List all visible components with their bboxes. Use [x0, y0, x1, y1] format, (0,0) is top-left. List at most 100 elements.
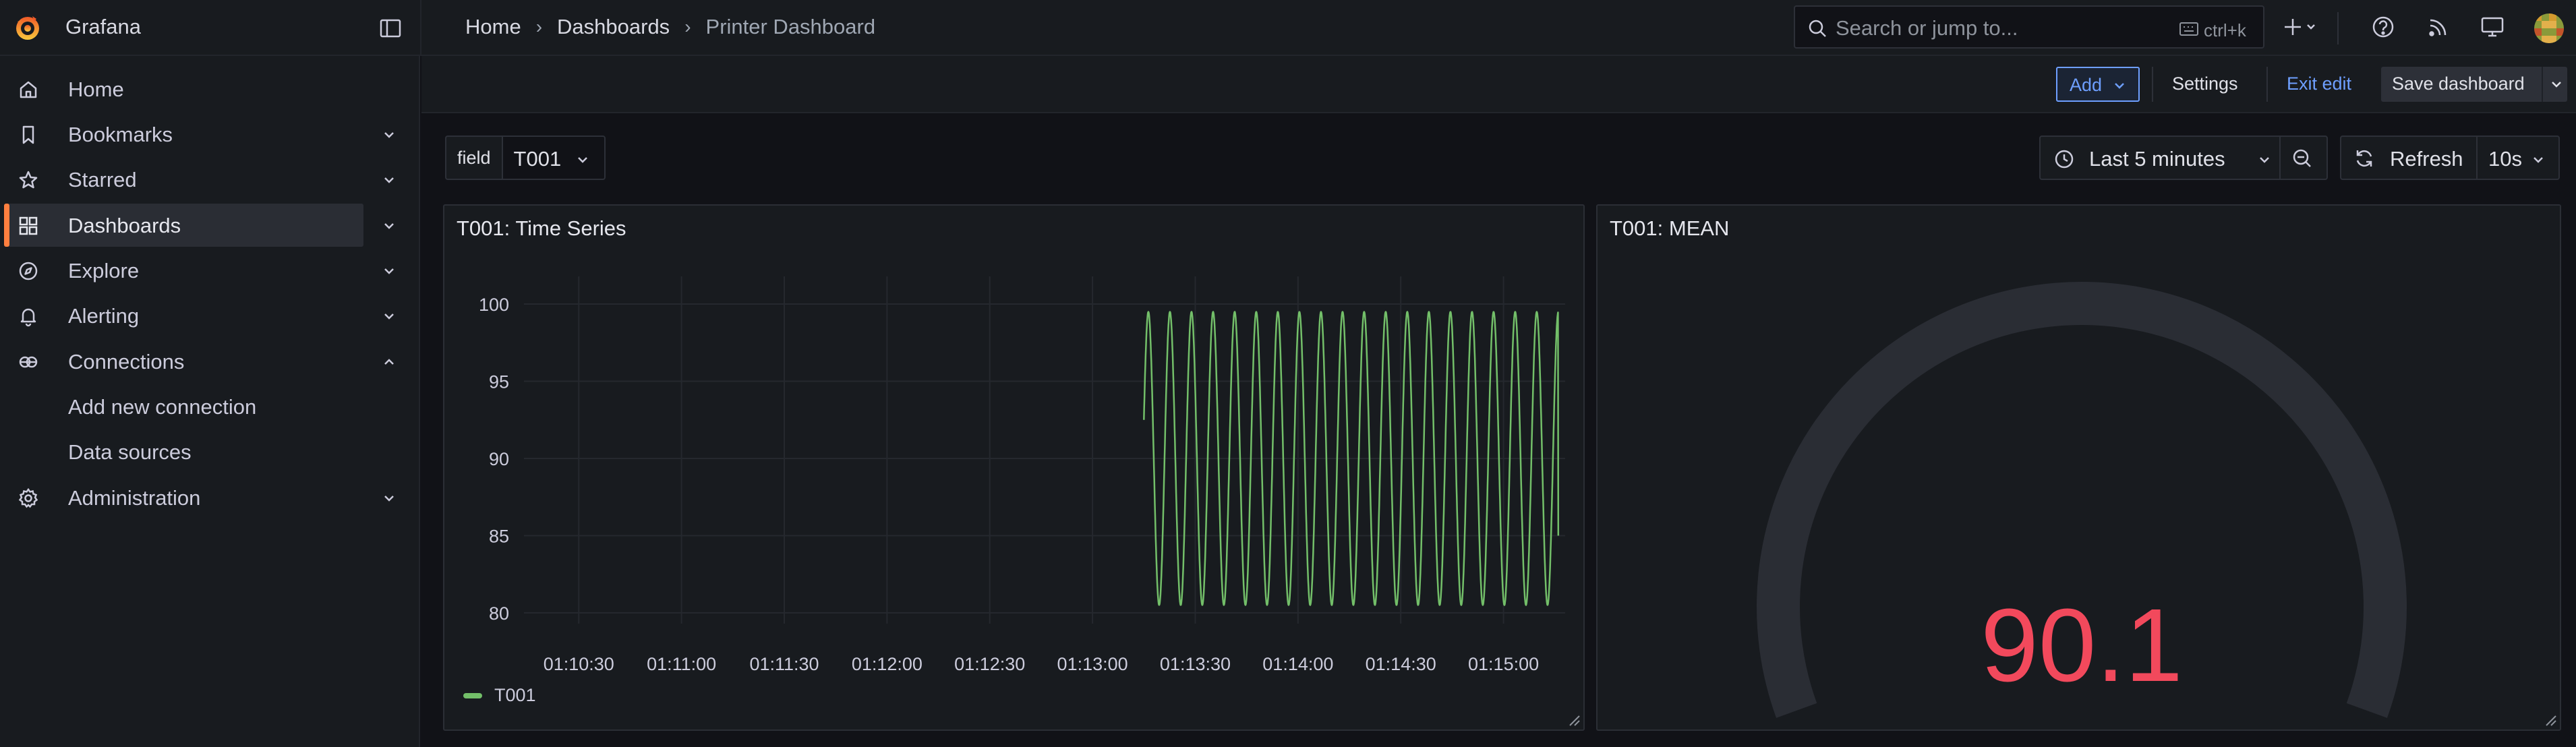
time-range-picker[interactable]: Last 5 minutes: [2039, 136, 2328, 180]
sidebar-item-bookmarks[interactable]: Bookmarks: [0, 113, 420, 156]
dashboards-icon: [19, 216, 38, 235]
sidebar-subitem-data-sources[interactable]: Data sources: [68, 440, 192, 465]
gauge-chart: 90.1: [1757, 282, 2407, 718]
y-tick-label: 95: [489, 372, 509, 392]
chevron-down-icon[interactable]: [382, 309, 397, 324]
sidebar-subitem-add-new-connection[interactable]: Add new connection: [68, 395, 256, 419]
active-highlight: [4, 204, 363, 247]
save-dashboard-button[interactable]: Save dashboard: [2381, 67, 2567, 102]
x-tick-label: 01:13:00: [1057, 654, 1128, 674]
chevron-down-icon[interactable]: [382, 173, 397, 187]
sidebar-item-explore[interactable]: Explore: [0, 249, 420, 292]
user-avatar[interactable]: [2534, 13, 2564, 43]
x-tick-label: 01:15:00: [1468, 654, 1539, 674]
refresh-interval-select[interactable]: 10s: [2488, 147, 2522, 171]
save-dashboard-label: Save dashboard: [2392, 73, 2525, 94]
sidebar-item-dashboards[interactable]: Dashboards: [0, 204, 420, 247]
chevron-down-icon[interactable]: [382, 264, 397, 278]
variable-picker: field T001: [445, 136, 606, 180]
grafana-logo-icon[interactable]: [12, 12, 43, 43]
gauge-value: 90.1: [1981, 587, 2183, 703]
dock-menu-icon[interactable]: [379, 17, 402, 40]
refresh-icon[interactable]: [2353, 148, 2375, 169]
sidebar-item-connections[interactable]: Connections: [0, 340, 420, 383]
sidebar-item-label: Alerting: [68, 304, 140, 328]
chevron-down-icon[interactable]: [2531, 153, 2545, 167]
x-tick-label: 01:14:30: [1366, 654, 1436, 674]
keyboard-icon: [2179, 22, 2198, 36]
resize-handle-icon[interactable]: [1566, 712, 1581, 727]
sidebar-item-administration[interactable]: Administration: [0, 476, 420, 519]
search-shortcut: ctrl+k: [2204, 20, 2246, 40]
sidebar-item-label: Bookmarks: [68, 123, 173, 146]
breadcrumb-separator: ›: [684, 16, 691, 37]
chevron-down-icon[interactable]: [382, 127, 397, 142]
search-input[interactable]: Search or jump to... ctrl+k: [1794, 5, 2264, 49]
resize-handle-icon[interactable]: [2542, 712, 2557, 727]
sidebar-item-label: Administration: [68, 486, 201, 510]
time-series-panel[interactable]: T001: Time Series 80 85 90 95 100 01:10:30 01:…: [443, 204, 1585, 731]
sidebar-item-label: Home: [68, 78, 124, 101]
x-tick-label: 01:14:00: [1262, 654, 1333, 674]
breadcrumb-dashboards[interactable]: Dashboards: [557, 15, 670, 39]
x-tick-label: 01:11:00: [647, 654, 716, 674]
x-tick-label: 01:12:30: [954, 654, 1025, 674]
chart-legend[interactable]: T001: [463, 685, 536, 706]
chevron-up-icon[interactable]: [382, 355, 397, 369]
chevron-down-icon: [2260, 157, 2269, 163]
dashboard-edit-toolbar: Add Settings Exit edit Save dashboard: [421, 56, 2576, 113]
breadcrumb-home[interactable]: Home: [465, 15, 521, 39]
bookmark-icon: [22, 125, 34, 144]
sidebar-item-label: Starred: [68, 168, 137, 191]
chevron-down-icon[interactable]: [382, 491, 397, 506]
toolbar-separator: [2266, 67, 2268, 102]
chevron-down-icon[interactable]: [2550, 78, 2563, 91]
refresh-button[interactable]: Refresh: [2390, 147, 2463, 171]
time-series-chart: 80 85 90 95 100 01:10:30 01:11:00 01:11:30 01:12…: [479, 276, 1565, 674]
topbar-divider: [420, 0, 421, 56]
star-icon: [19, 171, 38, 189]
sidebar-item-starred[interactable]: Starred: [0, 158, 420, 201]
gauge-panel[interactable]: T001: MEAN 90.1: [1596, 204, 2561, 731]
bell-icon: [20, 308, 36, 327]
new-plus-icon[interactable]: [2283, 13, 2315, 40]
settings-button[interactable]: Settings: [2172, 73, 2238, 94]
refresh-picker: Refresh 10s: [2340, 136, 2560, 180]
variable-value: T001: [513, 147, 562, 171]
breadcrumb: Home › Dashboards › Printer Dashboard: [465, 15, 875, 39]
save-split-divider: [2542, 67, 2543, 102]
y-tick-label: 85: [489, 527, 509, 547]
top-bar: Grafana Home › Dashboards › Printer Dash…: [0, 0, 2576, 56]
help-icon[interactable]: [2370, 13, 2397, 40]
chevron-down-icon[interactable]: [382, 218, 397, 233]
breadcrumb-current: Printer Dashboard: [705, 15, 876, 38]
y-tick-label: 100: [479, 295, 509, 315]
y-tick-label: 90: [489, 449, 509, 469]
exit-edit-button[interactable]: Exit edit: [2287, 73, 2351, 94]
refresh-divider: [2476, 137, 2478, 179]
zoom-out-icon[interactable]: [2291, 148, 2313, 169]
legend-swatch: [463, 692, 482, 698]
app-name: Grafana: [65, 15, 142, 38]
gear-icon: [18, 487, 38, 508]
search-icon: [1809, 20, 1826, 37]
variable-label: field: [445, 136, 502, 180]
topbar-separator: [2337, 12, 2339, 44]
time-range-label: Last 5 minutes: [2089, 147, 2225, 171]
compass-icon: [19, 262, 38, 280]
add-button-label: Add: [2070, 75, 2103, 95]
kiosk-mode-icon[interactable]: [2479, 13, 2506, 40]
x-tick-label: 01:12:00: [852, 654, 923, 674]
add-button[interactable]: Add: [2056, 67, 2140, 102]
sidebar-item-home[interactable]: Home: [0, 67, 420, 111]
news-feed-icon[interactable]: [2425, 13, 2452, 40]
sidebar-item-alerting[interactable]: Alerting: [0, 294, 420, 337]
home-icon: [20, 81, 37, 98]
sidebar: Home Bookmarks Starred Dashboards Explor…: [0, 56, 420, 747]
connections-icon: [19, 356, 38, 368]
active-indicator: [4, 204, 9, 247]
legend-label: T001: [494, 685, 536, 705]
sidebar-item-label: Explore: [68, 259, 140, 282]
variable-select[interactable]: T001: [501, 136, 606, 180]
breadcrumb-separator: ›: [535, 16, 543, 37]
